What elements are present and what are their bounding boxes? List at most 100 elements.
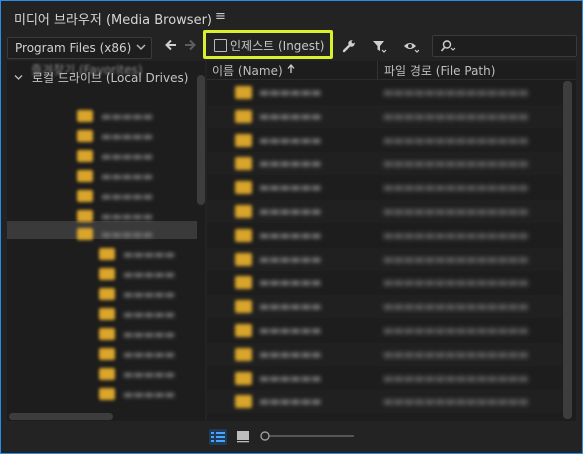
tree-folder-label: ▬▬▬▬▬ [123,248,175,261]
ingest-checkbox[interactable] [214,39,227,52]
eye-icon[interactable] [403,38,419,54]
column-header-name[interactable]: 이름 (Name) [212,62,283,79]
file-list[interactable]: 이름 (Name) 파일 경로 (File Path) ▬▬▬▬▬▬ ▬▬▬▬▬▬… [207,61,576,421]
tree-folder-item[interactable]: ▬▬▬▬▬ [99,307,205,323]
zoom-slider[interactable] [260,429,356,443]
list-row[interactable]: ▬▬▬▬▬▬ ▬▬▬▬▬▬▬▬▬▬▬▬▬▬ [207,104,562,128]
back-arrow-icon[interactable] [164,38,178,52]
panel-title: 미디어 브라우저 (Media Browser) [14,13,212,28]
panel-title-bar: 미디어 브라우저 (Media Browser) ≡ [1,1,582,33]
list-row-name: ▬▬▬▬▬▬ [259,109,322,123]
column-divider[interactable] [377,61,378,79]
tree-folder-label: ▬▬▬▬▬ [123,368,175,381]
ingest-label[interactable]: 인제스트 (Ingest) [230,37,324,54]
tree-folder-item[interactable]: ▬▬▬▬▬ [99,287,205,303]
list-row[interactable]: ▬▬▬▬▬▬ ▬▬▬▬▬▬▬▬▬▬▬▬▬▬ [207,176,562,199]
folder-icon [235,252,252,266]
list-row-path: ▬▬▬▬▬▬▬▬▬▬▬▬▬▬ [383,324,529,337]
list-row-path: ▬▬▬▬▬▬▬▬▬▬▬▬▬▬ [383,133,529,147]
list-row[interactable]: ▬▬▬▬▬▬ ▬▬▬▬▬▬▬▬▬▬▬▬▬▬ [207,367,562,390]
list-row-path: ▬▬▬▬▬▬▬▬▬▬▬▬▬▬ [383,181,529,195]
tree-folder-item[interactable]: ▬▬▬▬▬ [99,267,205,283]
list-scrollbar-thumb[interactable] [563,81,572,419]
search-input[interactable] [432,35,577,57]
tree-folder-item[interactable]: ▬▬▬▬▬ [77,209,205,225]
folder-icon [235,86,252,99]
list-row-path: ▬▬▬▬▬▬▬▬▬▬▬▬▬▬ [383,205,529,218]
list-row-path: ▬▬▬▬▬▬▬▬▬▬▬▬▬▬ [383,371,529,385]
list-row[interactable]: ▬▬▬▬▬▬ ▬▬▬▬▬▬▬▬▬▬▬▬▬▬ [207,342,562,366]
list-row-name: ▬▬▬▬▬▬ [259,133,322,147]
tree-vertical-scrollbar[interactable] [197,75,205,205]
tree-folder-item[interactable]: ▬▬▬▬▬ [77,189,205,205]
tree-folder-label: ▬▬▬▬▬ [123,268,175,281]
tree-folder-item[interactable]: ▬▬▬▬▬ [99,387,205,403]
list-row[interactable]: ▬▬▬▬▬▬ ▬▬▬▬▬▬▬▬▬▬▬▬▬▬ [207,319,562,342]
forward-arrow-icon[interactable] [183,38,197,52]
list-row-name: ▬▬▬▬▬▬ [259,157,322,171]
tree-folder-item[interactable]: ▬▬▬▬▬ [77,227,205,243]
folder-icon [235,300,252,314]
tree-horizontal-scrollbar[interactable] [9,413,113,420]
folder-icon [99,348,115,360]
list-row-path: ▬▬▬▬▬▬▬▬▬▬▬▬▬▬ [383,395,529,409]
filter-icon[interactable] [371,38,387,54]
ingest-highlight-box: 인제스트 (Ingest) [203,30,333,59]
list-row-name: ▬▬▬▬▬▬ [259,324,322,337]
list-row-path: ▬▬▬▬▬▬▬▬▬▬▬▬▬▬ [383,109,529,123]
list-row-path: ▬▬▬▬▬▬▬▬▬▬▬▬▬▬ [383,86,529,99]
list-row[interactable]: ▬▬▬▬▬▬ ▬▬▬▬▬▬▬▬▬▬▬▬▬▬ [207,152,562,176]
tree-folder-item[interactable]: ▬▬▬▬▬ [99,327,205,343]
folder-icon [235,205,252,218]
folder-icon [99,368,115,380]
tree-item-local-drives[interactable]: 로컬 드라이브 (Local Drives) [7,69,197,87]
folder-icon [235,324,252,337]
folder-icon [77,210,93,222]
thumbnail-view-icon[interactable] [236,429,250,443]
column-header-file-path[interactable]: 파일 경로 (File Path) [384,62,495,79]
sort-ascending-icon[interactable] [287,64,295,74]
list-row[interactable]: ▬▬▬▬▬▬ ▬▬▬▬▬▬▬▬▬▬▬▬▬▬ [207,271,562,294]
list-row[interactable]: ▬▬▬▬▬▬ ▬▬▬▬▬▬▬▬▬▬▬▬▬▬ [207,224,562,247]
list-row[interactable]: ▬▬▬▬▬▬ ▬▬▬▬▬▬▬▬▬▬▬▬▬▬ [207,81,562,104]
list-row-path: ▬▬▬▬▬▬▬▬▬▬▬▬▬▬ [383,228,529,242]
list-view-icon[interactable] [209,429,227,445]
tree-folder-item[interactable]: ▬▬▬▬▬ [77,129,205,145]
folder-icon [99,248,115,260]
tree-folder-item[interactable]: ▬▬▬▬▬ [99,247,205,263]
folder-icon [235,347,252,361]
tree-folder-item[interactable]: ▬▬▬▬▬ [77,109,205,125]
tree-folder-item[interactable]: ▬▬▬▬▬ [99,347,205,363]
tree-folder-item[interactable]: ▬▬▬▬▬ [77,169,205,185]
folder-icon [99,308,115,320]
list-row[interactable]: ▬▬▬▬▬▬ ▬▬▬▬▬▬▬▬▬▬▬▬▬▬ [207,129,562,152]
list-header: 이름 (Name) 파일 경로 (File Path) [207,61,576,80]
list-row-name: ▬▬▬▬▬▬ [259,228,322,242]
hamburger-icon[interactable]: ≡ [215,9,226,24]
list-row-name: ▬▬▬▬▬▬ [259,181,322,195]
list-row-path: ▬▬▬▬▬▬▬▬▬▬▬▬▬▬ [383,276,529,290]
folder-icon [77,190,93,202]
folder-tree[interactable]: 즐겨찾기 (Favorites) 로컬 드라이브 (Local Drives) … [7,61,205,421]
media-browser-panel: 미디어 브라우저 (Media Browser) ≡ Program Files… [0,0,583,454]
tree-folder-item[interactable]: ▬▬▬▬▬ [99,367,205,383]
list-row[interactable]: ▬▬▬▬▬▬ ▬▬▬▬▬▬▬▬▬▬▬▬▬▬ [207,247,562,271]
list-row[interactable]: ▬▬▬▬▬▬ ▬▬▬▬▬▬▬▬▬▬▬▬▬▬ [207,200,562,223]
tree-folder-label: ▬▬▬▬▬ [123,388,175,401]
tree-folder-item[interactable]: ▬▬▬▬▬ [77,149,205,165]
folder-icon [235,157,252,171]
folder-icon [235,371,252,385]
tree-folder-label: ▬▬▬▬▬ [101,130,153,143]
chevron-down-icon[interactable] [14,73,23,82]
list-row-name: ▬▬▬▬▬▬ [259,395,322,409]
list-row[interactable]: ▬▬▬▬▬▬ ▬▬▬▬▬▬▬▬▬▬▬▬▬▬ [207,295,562,319]
tree-folder-label: ▬▬▬▬▬ [101,170,153,183]
list-vertical-scrollbar[interactable] [563,81,572,419]
tree-folder-label: ▬▬▬▬▬ [101,190,153,203]
location-dropdown[interactable]: Program Files (x86) [7,37,152,59]
folder-icon [99,288,115,300]
folder-icon [77,228,93,240]
list-row[interactable]: ▬▬▬▬▬▬ ▬▬▬▬▬▬▬▬▬▬▬▬▬▬ [207,390,562,414]
folder-icon [77,110,93,122]
wrench-icon[interactable] [341,38,357,54]
